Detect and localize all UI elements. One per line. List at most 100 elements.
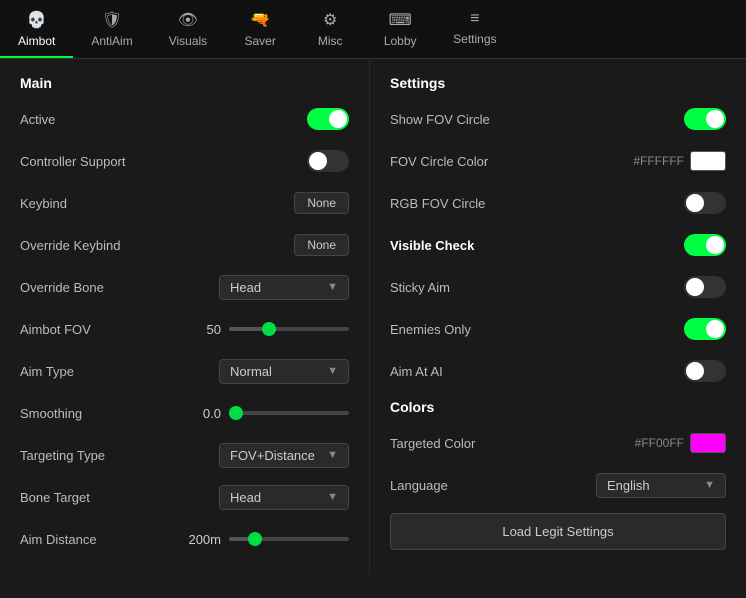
row-fov-circle-color: FOV Circle Color #FFFFFF [390, 147, 726, 175]
nav-item-saver[interactable]: 🔫 Saver [225, 0, 295, 58]
row-targeted-color: Targeted Color #FF00FF [390, 429, 726, 457]
label-smoothing: Smoothing [20, 406, 82, 421]
aimbot-icon: 💀 [27, 10, 47, 30]
toggle-active[interactable] [307, 108, 349, 130]
label-fov-circle-color: FOV Circle Color [390, 154, 488, 169]
dropdown-targeting-type[interactable]: FOV+Distance ▼ [219, 443, 349, 468]
row-show-fov-circle: Show FOV Circle [390, 105, 726, 133]
misc-icon: ⚙ [323, 10, 337, 30]
left-panel: Main Active Controller Support Keybind N… [0, 59, 370, 574]
nav-item-antiaim[interactable]: 🛡 AntiAim [73, 0, 150, 58]
label-targeted-color: Targeted Color [390, 436, 475, 451]
label-bone-target: Bone Target [20, 490, 90, 505]
label-active: Active [20, 112, 55, 127]
language-value: English [607, 478, 650, 493]
saver-icon: 🔫 [250, 10, 270, 30]
toggle-visible-check[interactable] [684, 234, 726, 256]
slider-row-distance: 200m [185, 532, 349, 547]
nav-item-visuals[interactable]: 👁 Visuals [151, 0, 225, 58]
nav-label-aimbot: Aimbot [18, 34, 55, 48]
aim-type-value: Normal [230, 364, 272, 379]
row-aim-distance: Aim Distance 200m [20, 525, 349, 553]
toggle-show-fov-circle[interactable] [684, 108, 726, 130]
left-panel-title: Main [20, 75, 349, 91]
settings-section-title: Settings [390, 75, 726, 91]
dropdown-aim-type[interactable]: Normal ▼ [219, 359, 349, 384]
row-bone-target: Bone Target Head ▼ [20, 483, 349, 511]
smoothing-slider-track[interactable] [229, 411, 349, 415]
row-language: Language English ▼ [390, 471, 726, 499]
nav-item-misc[interactable]: ⚙ Misc [295, 0, 365, 58]
aim-distance-slider-track[interactable] [229, 537, 349, 541]
nav-label-saver: Saver [244, 34, 275, 48]
row-enemies-only: Enemies Only [390, 315, 726, 343]
fov-color-hex: #FFFFFF [633, 154, 684, 168]
toggle-rgb-fov-circle[interactable] [684, 192, 726, 214]
chevron-down-icon: ▼ [327, 491, 338, 503]
label-override-keybind: Override Keybind [20, 238, 120, 253]
targeted-color-hex: #FF00FF [635, 436, 684, 450]
keybind-value[interactable]: None [294, 192, 349, 214]
smoothing-value: 0.0 [185, 406, 221, 421]
fov-color-swatch[interactable] [690, 151, 726, 171]
row-controller-support: Controller Support [20, 147, 349, 175]
nav-bar: 💀 Aimbot 🛡 AntiAim 👁 Visuals 🔫 Saver ⚙ M… [0, 0, 746, 59]
row-override-bone: Override Bone Head ▼ [20, 273, 349, 301]
row-aimbot-fov: Aimbot FOV 50 [20, 315, 349, 343]
row-active: Active [20, 105, 349, 133]
label-enemies-only: Enemies Only [390, 322, 471, 337]
row-visible-check: Visible Check [390, 231, 726, 259]
fov-value: 50 [185, 322, 221, 337]
row-targeting-type: Targeting Type FOV+Distance ▼ [20, 441, 349, 469]
override-bone-value: Head [230, 280, 261, 295]
settings-icon: ≡ [470, 10, 479, 28]
label-override-bone: Override Bone [20, 280, 104, 295]
row-smoothing: Smoothing 0.0 [20, 399, 349, 427]
nav-item-aimbot[interactable]: 💀 Aimbot [0, 0, 73, 58]
row-aim-at-ai: Aim At AI [390, 357, 726, 385]
fov-slider-track[interactable] [229, 327, 349, 331]
label-aim-distance: Aim Distance [20, 532, 97, 547]
nav-item-lobby[interactable]: ⌨ Lobby [365, 0, 435, 58]
label-aim-at-ai: Aim At AI [390, 364, 443, 379]
smoothing-slider-thumb[interactable] [229, 406, 243, 420]
row-sticky-aim: Sticky Aim [390, 273, 726, 301]
label-visible-check: Visible Check [390, 238, 474, 253]
targeted-color-swatch[interactable] [690, 433, 726, 453]
targeted-color-row: #FF00FF [635, 433, 726, 453]
toggle-controller-support[interactable] [307, 150, 349, 172]
targeting-type-value: FOV+Distance [230, 448, 315, 463]
nav-label-lobby: Lobby [384, 34, 417, 48]
fov-slider-thumb[interactable] [262, 322, 276, 336]
chevron-down-icon: ▼ [327, 449, 338, 461]
chevron-down-icon: ▼ [327, 365, 338, 377]
nav-label-antiaim: AntiAim [91, 34, 132, 48]
load-legit-settings-button[interactable]: Load Legit Settings [390, 513, 726, 550]
right-panel: Settings Show FOV Circle FOV Circle Colo… [370, 59, 746, 574]
main-content: Main Active Controller Support Keybind N… [0, 59, 746, 574]
slider-row-fov: 50 [185, 322, 349, 337]
toggle-aim-at-ai[interactable] [684, 360, 726, 382]
row-override-keybind: Override Keybind None [20, 231, 349, 259]
lobby-icon: ⌨ [389, 10, 412, 30]
toggle-sticky-aim[interactable] [684, 276, 726, 298]
override-keybind-value[interactable]: None [294, 234, 349, 256]
visuals-icon: 👁 [178, 10, 198, 30]
aim-distance-slider-thumb[interactable] [248, 532, 262, 546]
label-keybind: Keybind [20, 196, 67, 211]
aim-distance-value: 200m [185, 532, 221, 547]
slider-row-smoothing: 0.0 [185, 406, 349, 421]
colors-section-title: Colors [390, 399, 726, 415]
dropdown-language[interactable]: English ▼ [596, 473, 726, 498]
nav-label-misc: Misc [318, 34, 343, 48]
dropdown-bone-target[interactable]: Head ▼ [219, 485, 349, 510]
chevron-down-icon: ▼ [327, 281, 338, 293]
row-aim-type: Aim Type Normal ▼ [20, 357, 349, 385]
nav-item-settings[interactable]: ≡ Settings [435, 0, 514, 58]
dropdown-override-bone[interactable]: Head ▼ [219, 275, 349, 300]
nav-label-visuals: Visuals [169, 34, 207, 48]
toggle-enemies-only[interactable] [684, 318, 726, 340]
row-keybind: Keybind None [20, 189, 349, 217]
label-show-fov-circle: Show FOV Circle [390, 112, 490, 127]
fov-color-row: #FFFFFF [633, 151, 726, 171]
